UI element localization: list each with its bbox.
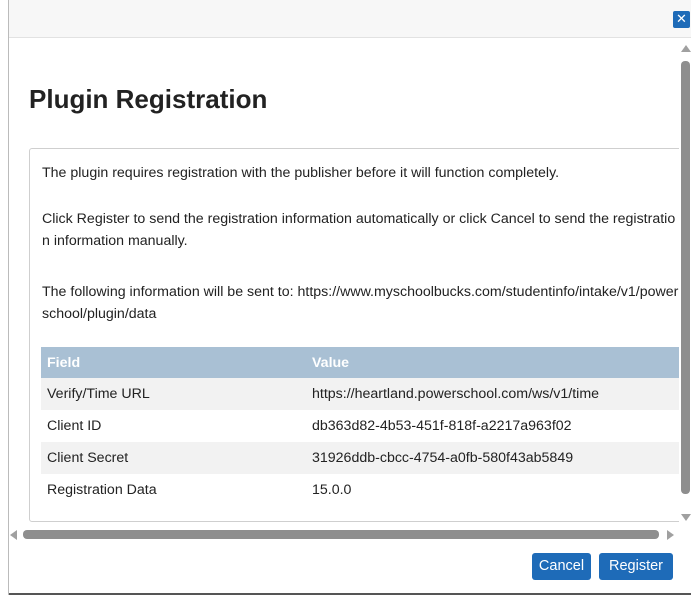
value-cell: https://heartland.powerschool.com/ws/v1/… [306,378,680,410]
field-cell: Registration Data [41,474,306,506]
field-cell: Verify/Time URL [41,378,306,410]
dialog-content: Plugin Registration The plugin requires … [9,39,680,527]
vertical-scrollbar[interactable] [679,39,691,527]
field-cell: Client ID [41,410,306,442]
table-row: Client ID db363d82-4b53-451f-818f-a2217a… [41,410,680,442]
horizontal-scroll-thumb[interactable] [23,530,659,539]
value-cell: 15.0.0 [306,474,680,506]
cancel-button[interactable]: Cancel [532,553,591,580]
dialog-footer: Cancel Register [9,542,691,595]
scroll-left-icon[interactable] [10,530,17,540]
instructions-text: Click Register to send the registration … [42,211,676,249]
table-row: Registration Data 15.0.0 [41,474,680,506]
scroll-right-icon[interactable] [667,530,674,540]
field-cell: Client Secret [41,442,306,474]
table-row: Client Secret 31926ddb-cbcc-4754-a0fb-58… [41,442,680,474]
register-button[interactable]: Register [599,553,673,580]
intro-text: The plugin requires registration with th… [42,165,560,181]
registration-panel: The plugin requires registration with th… [29,148,680,522]
page-title: Plugin Registration [29,84,268,114]
close-icon[interactable]: ✕ [673,11,690,28]
table-row: Verify/Time URL https://heartland.powers… [41,378,680,410]
plugin-registration-dialog: ✕ Plugin Registration The plugin require… [8,0,691,595]
table-header-row: Field Value [41,347,680,378]
value-cell: 31926ddb-cbcc-4754-a0fb-580f43ab5849 [306,442,680,474]
registration-table: Field Value Verify/Time URL https://hear… [41,347,680,506]
destination-text: The following information will be sent t… [42,284,679,322]
column-header-field: Field [41,347,306,378]
column-header-value: Value [306,347,680,378]
vertical-scroll-thumb[interactable] [681,61,690,494]
scroll-down-icon[interactable] [681,514,691,521]
dialog-titlebar: ✕ [9,0,691,38]
horizontal-scrollbar[interactable] [9,528,691,542]
scroll-up-icon[interactable] [681,45,691,52]
value-cell: db363d82-4b53-451f-818f-a2217a963f02 [306,410,680,442]
